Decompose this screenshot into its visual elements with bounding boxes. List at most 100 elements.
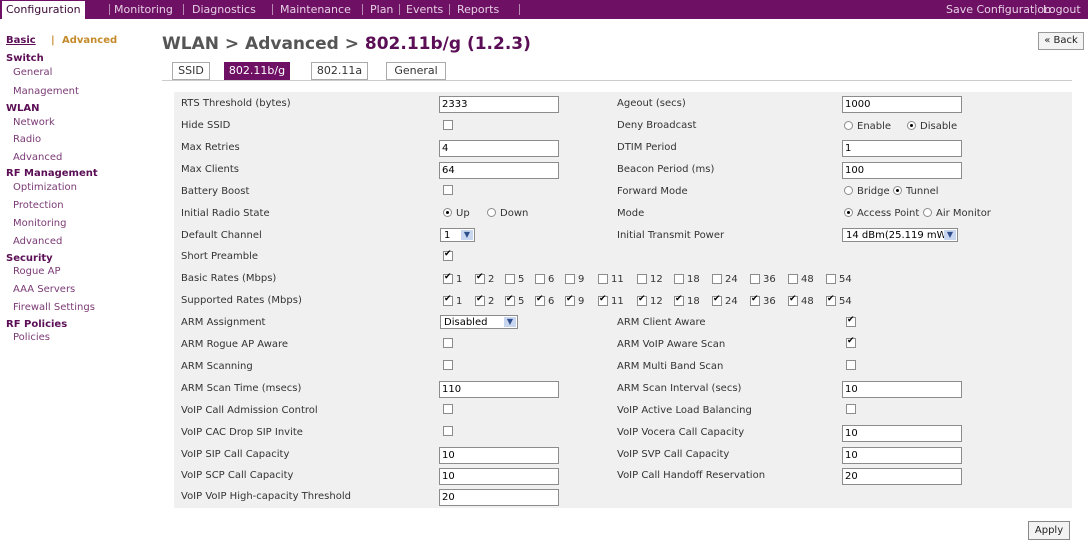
apply-button[interactable]: Apply <box>1028 521 1070 540</box>
basic-rate-label: 18 <box>687 274 700 285</box>
ageout-input[interactable] <box>842 96 962 113</box>
supported-rate-6-checkbox[interactable] <box>535 294 545 306</box>
beacon-period-input[interactable] <box>842 162 962 179</box>
basic-rate-48-checkbox[interactable] <box>788 274 798 284</box>
sidebar-basic-link[interactable]: Basic <box>6 35 36 46</box>
supported-rate-11-checkbox[interactable] <box>598 294 608 306</box>
basic-rate-11-checkbox[interactable] <box>598 274 608 284</box>
supported-rate-label: 54 <box>839 296 852 307</box>
default-channel-select[interactable]: 1 ▼ <box>440 228 475 242</box>
sidebar-item-monitoring[interactable]: Monitoring <box>13 218 66 229</box>
supported-rate-9-checkbox[interactable] <box>565 294 575 306</box>
arm-rogue-ap-aware-label: ARM Rogue AP Aware <box>181 339 289 350</box>
basic-rate-18-checkbox[interactable] <box>674 274 684 284</box>
sidebar-item-rf-advanced[interactable]: Advanced <box>13 236 62 247</box>
supported-rate-1-checkbox[interactable] <box>443 294 453 306</box>
subtab-ssid[interactable]: SSID <box>172 62 210 80</box>
sidebar-advanced-link[interactable]: Advanced <box>62 35 117 46</box>
basic-rate-label: 9 <box>578 274 585 285</box>
sidebar-item-general[interactable]: General <box>13 67 52 78</box>
supported-rate-5-checkbox[interactable] <box>505 294 515 306</box>
subtab-80211a[interactable]: 802.11a <box>311 62 368 80</box>
sidebar-item-wlan-advanced[interactable]: Advanced <box>13 152 62 163</box>
dtim-period-input[interactable] <box>842 140 962 157</box>
basic-rate-12-checkbox[interactable] <box>637 274 647 284</box>
arm-multi-band-scan-label: ARM Multi Band Scan <box>617 361 724 372</box>
basic-rate-6-checkbox[interactable] <box>535 274 545 284</box>
back-button[interactable]: « Back <box>1038 32 1084 50</box>
sidebar-item-firewall-settings[interactable]: Firewall Settings <box>13 302 95 313</box>
supported-rate-2-checkbox[interactable] <box>475 294 485 306</box>
arm-multi-band-scan-checkbox[interactable] <box>846 360 856 370</box>
voip-active-load-balancing-checkbox[interactable] <box>846 404 856 414</box>
sidebar-item-optimization[interactable]: Optimization <box>13 182 77 193</box>
arm-scan-interval-input[interactable] <box>842 381 962 398</box>
arm-scanning-checkbox[interactable] <box>443 360 453 370</box>
supported-rate-54-checkbox[interactable] <box>826 294 836 306</box>
rts-threshold-input[interactable] <box>439 96 559 113</box>
voip-handoff-reservation-input[interactable] <box>842 468 962 485</box>
sidebar-item-policies[interactable]: Policies <box>13 332 50 343</box>
tab-configuration[interactable]: Configuration <box>2 1 85 19</box>
voip-scp-capacity-input[interactable] <box>439 468 559 485</box>
sidebar-section-switch: Switch <box>6 53 44 64</box>
subtab-general[interactable]: General <box>386 62 446 80</box>
tab-reports[interactable]: Reports <box>457 0 499 19</box>
basic-rate-9-checkbox[interactable] <box>565 274 575 284</box>
voip-vocera-capacity-input[interactable] <box>842 425 962 442</box>
supported-rate-48-checkbox[interactable] <box>788 294 798 306</box>
subtab-80211bg[interactable]: 802.11b/g <box>224 62 290 80</box>
arm-assignment-select[interactable]: Disabled ▼ <box>440 315 518 329</box>
forward-mode-label: Forward Mode <box>617 186 688 197</box>
voip-call-admission-checkbox[interactable] <box>443 404 453 414</box>
tab-monitoring[interactable]: Monitoring <box>114 0 173 19</box>
tab-plan[interactable]: Plan <box>370 0 393 19</box>
sidebar-item-management[interactable]: Management <box>13 86 79 97</box>
forward-mode-tunnel-radio[interactable] <box>893 186 902 195</box>
sidebar-item-network[interactable]: Network <box>13 117 55 128</box>
forward-mode-bridge-radio[interactable] <box>844 186 853 195</box>
arm-rogue-ap-aware-checkbox[interactable] <box>443 338 453 348</box>
radio-state-down-radio[interactable] <box>487 208 496 217</box>
voip-cac-drop-sip-checkbox[interactable] <box>443 426 453 436</box>
logout-link[interactable]: Logout <box>1043 0 1081 19</box>
basic-rate-54-checkbox[interactable] <box>826 274 836 284</box>
transmit-power-select[interactable]: 14 dBm(25.119 mW) ▼ <box>842 228 958 242</box>
hide-ssid-checkbox[interactable] <box>443 120 453 130</box>
arm-client-aware-checkbox[interactable] <box>846 315 856 327</box>
sidebar-item-aaa-servers[interactable]: AAA Servers <box>13 284 75 295</box>
tab-maintenance[interactable]: Maintenance <box>280 0 351 19</box>
short-preamble-checkbox[interactable] <box>443 249 453 261</box>
deny-broadcast-disable-radio[interactable] <box>907 121 916 130</box>
max-clients-input[interactable] <box>439 162 559 179</box>
tab-diagnostics[interactable]: Diagnostics <box>192 0 256 19</box>
supported-rate-24-checkbox[interactable] <box>712 294 722 306</box>
mode-access-point-label: Access Point <box>857 208 920 219</box>
sidebar-item-protection[interactable]: Protection <box>13 200 64 211</box>
sidebar-item-rogue-ap[interactable]: Rogue AP <box>13 266 61 277</box>
voip-svp-capacity-input[interactable] <box>842 447 962 464</box>
supported-rate-12-checkbox[interactable] <box>637 294 647 306</box>
sidebar-item-radio[interactable]: Radio <box>13 134 41 145</box>
voip-high-capacity-threshold-input[interactable] <box>439 489 559 506</box>
tab-events[interactable]: Events <box>406 0 443 19</box>
basic-rate-5-checkbox[interactable] <box>505 274 515 284</box>
supported-rate-label: 36 <box>763 296 776 307</box>
battery-boost-checkbox[interactable] <box>443 185 453 195</box>
arm-voip-aware-scan-checkbox[interactable] <box>846 336 856 348</box>
basic-rate-1-checkbox[interactable] <box>443 272 453 284</box>
basic-rate-24-checkbox[interactable] <box>712 274 722 284</box>
voip-sip-capacity-input[interactable] <box>439 447 559 464</box>
max-retries-input[interactable] <box>439 140 559 157</box>
basic-rate-2-checkbox[interactable] <box>475 272 485 284</box>
supported-rate-label: 11 <box>611 296 624 307</box>
arm-scan-time-input[interactable] <box>439 381 559 398</box>
supported-rate-36-checkbox[interactable] <box>750 294 760 306</box>
radio-state-up-radio[interactable] <box>443 208 452 217</box>
mode-air-monitor-radio[interactable] <box>923 208 932 217</box>
deny-broadcast-enable-radio[interactable] <box>844 121 853 130</box>
basic-rate-36-checkbox[interactable] <box>750 274 760 284</box>
voip-active-load-balancing-label: VoIP Active Load Balancing <box>617 405 752 416</box>
supported-rate-18-checkbox[interactable] <box>674 294 684 306</box>
mode-access-point-radio[interactable] <box>844 208 853 217</box>
